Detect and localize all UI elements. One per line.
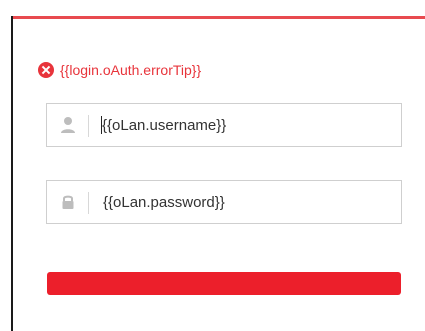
error-message: {{login.oAuth.errorTip}} [38,60,201,80]
user-icon [47,104,89,146]
error-text: {{login.oAuth.errorTip}} [60,62,202,78]
login-panel: {{login.oAuth.errorTip}} {{oLan.username… [0,0,425,331]
password-field[interactable]: {{oLan.password}} [46,180,402,224]
username-input[interactable]: {{oLan.username}} [102,117,226,134]
username-field[interactable]: {{oLan.username}} [46,103,402,147]
password-input[interactable]: {{oLan.password}} [103,194,225,211]
lock-icon [47,181,89,223]
error-x-icon [38,62,54,78]
left-frame-border [11,16,13,331]
top-accent-bar [11,16,425,19]
login-button[interactable] [47,272,401,295]
